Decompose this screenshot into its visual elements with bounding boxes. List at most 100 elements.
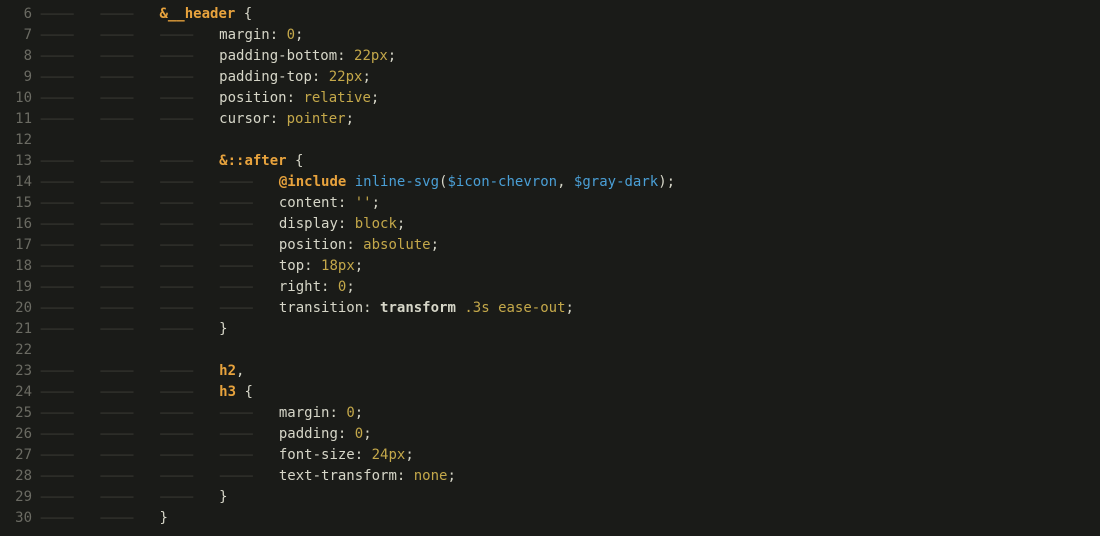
code-line[interactable]: ⸻ ⸻ ⸻ margin: 0; [40, 25, 1100, 46]
code-line[interactable]: ⸻ ⸻ ⸻ h2, [40, 361, 1100, 382]
code-line[interactable]: ⸻ ⸻ ⸻ ⸻ text-transform: none; [40, 466, 1100, 487]
code-line[interactable]: ⸻ ⸻ ⸻ cursor: pointer; [40, 109, 1100, 130]
token: : [355, 445, 372, 466]
token: ; [295, 25, 303, 46]
token: 0 [346, 403, 354, 424]
line-number: 16 [0, 214, 32, 235]
token: s [481, 298, 489, 319]
token: text-transform [279, 466, 397, 487]
token: margin [219, 25, 270, 46]
token: ; [346, 109, 354, 130]
code-line[interactable]: ⸻ ⸻ ⸻ ⸻ @include inline-svg($icon-chevro… [40, 172, 1100, 193]
token: margin [279, 403, 330, 424]
token: , [236, 361, 244, 382]
line-number: 24 [0, 382, 32, 403]
token: position [219, 88, 286, 109]
code-line[interactable]: ⸻ ⸻ &__header { [40, 4, 1100, 25]
code-line[interactable] [40, 130, 1100, 151]
token: transform [380, 298, 456, 319]
token: ; [667, 172, 675, 193]
token: ; [431, 235, 439, 256]
token: px [338, 256, 355, 277]
code-area[interactable]: ⸻ ⸻ &__header {⸻ ⸻ ⸻ margin: 0;⸻ ⸻ ⸻ pad… [40, 0, 1100, 536]
token: } [219, 487, 227, 508]
token: absolute [363, 235, 430, 256]
token: ) [658, 172, 666, 193]
code-line[interactable]: ⸻ ⸻ ⸻ padding-top: 22px; [40, 67, 1100, 88]
token: after [244, 151, 286, 172]
line-number: 21 [0, 319, 32, 340]
code-line[interactable]: ⸻ ⸻ ⸻ ⸻ content: ''; [40, 193, 1100, 214]
token: font-size [279, 445, 355, 466]
token: : [329, 403, 346, 424]
token: : [363, 298, 380, 319]
code-line[interactable]: ⸻ ⸻ ⸻ } [40, 319, 1100, 340]
token: relative [303, 88, 370, 109]
token: .3 [464, 298, 481, 319]
line-number: 23 [0, 361, 32, 382]
code-line[interactable]: ⸻ ⸻ ⸻ &::after { [40, 151, 1100, 172]
token: : [312, 67, 329, 88]
token: : [338, 424, 355, 445]
token: , [557, 172, 574, 193]
token: { [244, 382, 252, 403]
token: px [346, 67, 363, 88]
token: @include [279, 172, 346, 193]
token: 0 [355, 424, 363, 445]
token: transition [279, 298, 363, 319]
token: 22 [329, 67, 346, 88]
code-line[interactable]: ⸻ ⸻ ⸻ ⸻ margin: 0; [40, 403, 1100, 424]
line-number: 30 [0, 508, 32, 529]
token: : [338, 214, 355, 235]
code-line[interactable]: ⸻ ⸻ ⸻ ⸻ right: 0; [40, 277, 1100, 298]
token: : [346, 235, 363, 256]
code-line[interactable]: ⸻ ⸻ ⸻ padding-bottom: 22px; [40, 46, 1100, 67]
token [235, 4, 243, 25]
token: 22 [354, 46, 371, 67]
code-editor[interactable]: 6789101112131415161718192021222324252627… [0, 0, 1100, 536]
token: $icon-chevron [447, 172, 557, 193]
code-line[interactable]: ⸻ ⸻ } [40, 508, 1100, 529]
code-line[interactable]: ⸻ ⸻ ⸻ } [40, 487, 1100, 508]
code-line[interactable] [40, 340, 1100, 361]
token: '' [355, 193, 372, 214]
code-line[interactable]: ⸻ ⸻ ⸻ ⸻ top: 18px; [40, 256, 1100, 277]
line-number: 18 [0, 256, 32, 277]
token: : [337, 46, 354, 67]
line-number: 25 [0, 403, 32, 424]
token: px [371, 46, 388, 67]
token: : [321, 277, 338, 298]
token: 24 [372, 445, 389, 466]
code-line[interactable]: ⸻ ⸻ ⸻ ⸻ display: block; [40, 214, 1100, 235]
token: } [219, 319, 227, 340]
line-number: 11 [0, 109, 32, 130]
token: block [355, 214, 397, 235]
code-line[interactable]: ⸻ ⸻ ⸻ ⸻ padding: 0; [40, 424, 1100, 445]
token: ; [566, 298, 574, 319]
token: padding-top [219, 67, 312, 88]
token: ; [372, 193, 380, 214]
token: inline-svg [355, 172, 439, 193]
code-line[interactable]: ⸻ ⸻ ⸻ ⸻ font-size: 24px; [40, 445, 1100, 466]
line-number-gutter: 6789101112131415161718192021222324252627… [0, 0, 40, 536]
token [490, 298, 498, 319]
token: ; [371, 88, 379, 109]
token: padding-bottom [219, 46, 337, 67]
token: { [295, 151, 303, 172]
code-line[interactable]: ⸻ ⸻ ⸻ h3 { [40, 382, 1100, 403]
token: cursor [219, 109, 270, 130]
token: top [279, 256, 304, 277]
line-number: 19 [0, 277, 32, 298]
token: content [279, 193, 338, 214]
code-line[interactable]: ⸻ ⸻ ⸻ position: relative; [40, 88, 1100, 109]
code-line[interactable]: ⸻ ⸻ ⸻ ⸻ transition: transform .3s ease-o… [40, 298, 1100, 319]
line-number: 8 [0, 46, 32, 67]
token: ; [355, 256, 363, 277]
token: : [397, 466, 414, 487]
token: ; [388, 46, 396, 67]
token: 0 [338, 277, 346, 298]
token: right [279, 277, 321, 298]
code-line[interactable]: ⸻ ⸻ ⸻ ⸻ position: absolute; [40, 235, 1100, 256]
token: : [270, 25, 287, 46]
token: &:: [219, 151, 244, 172]
